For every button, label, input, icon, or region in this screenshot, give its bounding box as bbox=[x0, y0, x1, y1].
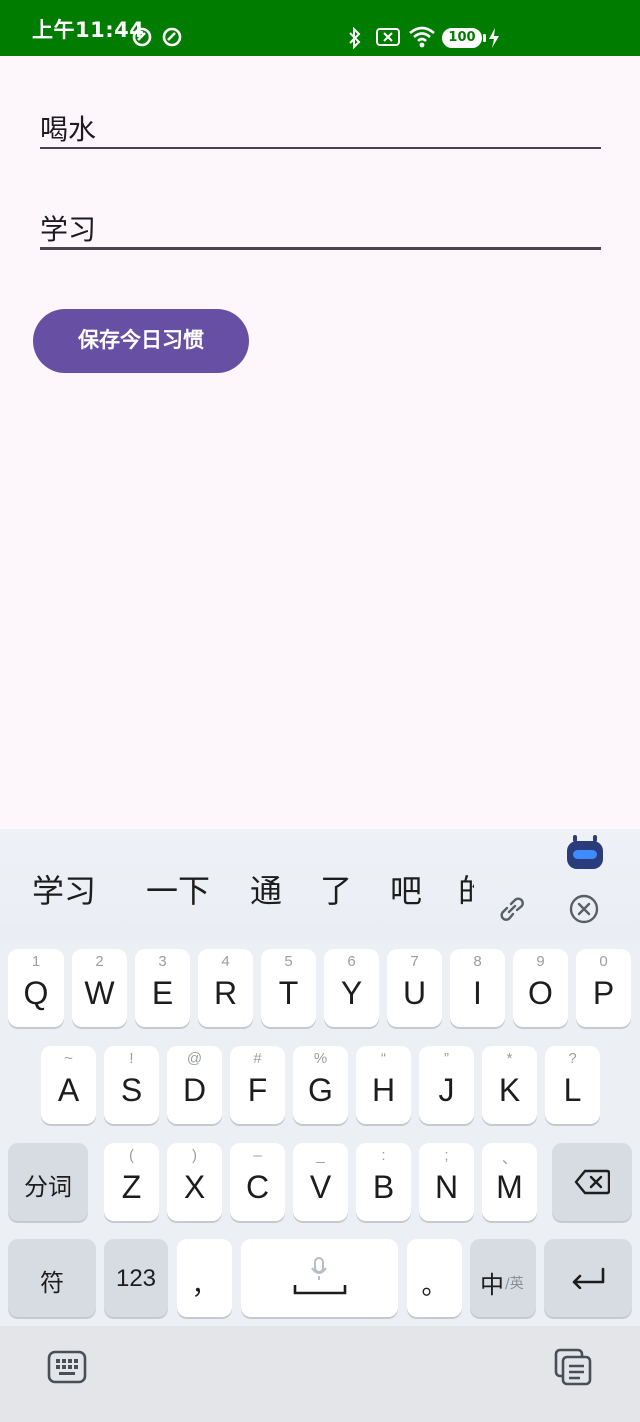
backspace-icon bbox=[574, 1169, 610, 1195]
soft-keyboard: 学习 一下 通 了 吧 的 1Q 2W 3E 4R 5T 6Y 7U 8I 9O… bbox=[0, 829, 640, 1422]
language-sub: /英 bbox=[505, 1276, 524, 1292]
symbols-key[interactable]: 符 bbox=[8, 1239, 96, 1317]
key-m[interactable]: 、 M bbox=[482, 1143, 537, 1221]
habit-field-2-underline bbox=[40, 247, 601, 250]
status-time: 上午11:44 bbox=[32, 18, 145, 42]
language-switch-key[interactable]: 中 /英 bbox=[470, 1239, 536, 1317]
space-bar-icon bbox=[293, 1285, 347, 1295]
key-h[interactable]: “H bbox=[356, 1046, 411, 1124]
key-l[interactable]: ? L bbox=[545, 1046, 600, 1124]
microphone-icon bbox=[311, 1257, 327, 1280]
comma-key[interactable]: ， bbox=[177, 1239, 232, 1317]
keyboard-bottom-bar bbox=[0, 1326, 640, 1422]
enter-icon bbox=[572, 1267, 605, 1289]
save-habits-button[interactable]: 保存今日习惯 bbox=[33, 309, 249, 373]
key-w[interactable]: 2W bbox=[72, 949, 127, 1027]
key-q[interactable]: 1Q bbox=[8, 949, 64, 1027]
period-key[interactable]: 。 bbox=[407, 1239, 462, 1317]
habit-field-2[interactable]: 学习 bbox=[40, 204, 601, 252]
candidate-word[interactable]: 了 bbox=[320, 866, 352, 912]
numbers-key[interactable]: 123 bbox=[104, 1239, 168, 1317]
candidate-word[interactable]: 学习 bbox=[32, 866, 96, 912]
close-candidates-icon[interactable] bbox=[568, 893, 600, 925]
candidate-overflow-clip: 的 bbox=[458, 869, 474, 913]
fenci-key[interactable]: 分词 bbox=[8, 1143, 88, 1221]
status-bar: 上午11:44 100 bbox=[0, 0, 640, 56]
key-n[interactable]: ; N bbox=[419, 1143, 474, 1221]
key-f[interactable]: # F bbox=[230, 1046, 285, 1124]
candidate-word[interactable]: 一下 bbox=[146, 866, 210, 912]
key-o[interactable]: 9O bbox=[513, 949, 568, 1027]
battery-level: 100 bbox=[448, 30, 476, 45]
battery-icon: 100 bbox=[442, 28, 482, 48]
wifi-icon bbox=[409, 26, 435, 48]
habit-field-1[interactable]: 喝水 bbox=[40, 104, 601, 152]
key-y[interactable]: 6Y bbox=[324, 949, 379, 1027]
key-c[interactable]: – C bbox=[230, 1143, 285, 1221]
notification-icon bbox=[162, 27, 182, 47]
language-main: 中 bbox=[480, 1271, 504, 1299]
key-u[interactable]: 7U bbox=[387, 949, 442, 1027]
key-j[interactable]: ” J bbox=[419, 1046, 474, 1124]
key-p[interactable]: 0P bbox=[576, 949, 631, 1027]
habit-field-2-value: 学习 bbox=[40, 213, 97, 246]
key-e[interactable]: 3E bbox=[135, 949, 190, 1027]
habit-field-1-value: 喝水 bbox=[40, 113, 97, 146]
habit-field-1-underline bbox=[40, 147, 601, 149]
key-t[interactable]: 5T bbox=[261, 949, 316, 1027]
candidate-word[interactable]: 的 bbox=[458, 869, 474, 912]
key-d[interactable]: @ D bbox=[167, 1046, 222, 1124]
key-r[interactable]: 4R bbox=[198, 949, 253, 1027]
candidate-word[interactable]: 通 bbox=[250, 866, 282, 912]
enter-key[interactable] bbox=[544, 1239, 632, 1317]
link-icon[interactable] bbox=[497, 894, 527, 924]
charging-icon bbox=[489, 28, 499, 48]
key-b[interactable]: :B bbox=[356, 1143, 411, 1221]
key-a[interactable]: ~ A bbox=[41, 1046, 96, 1124]
space-key[interactable] bbox=[241, 1239, 398, 1317]
clipboard-icon[interactable] bbox=[554, 1348, 592, 1386]
backspace-key[interactable] bbox=[552, 1143, 632, 1221]
keyboard-switch-icon[interactable] bbox=[47, 1350, 87, 1384]
key-g[interactable]: % G bbox=[293, 1046, 348, 1124]
assistant-robot-icon[interactable] bbox=[566, 835, 604, 869]
battery-cap bbox=[483, 34, 486, 42]
key-z[interactable]: (Z bbox=[104, 1143, 159, 1221]
bluetooth-icon bbox=[349, 27, 361, 49]
no-sim-icon bbox=[376, 28, 400, 46]
notification-icon bbox=[132, 27, 152, 47]
candidate-word[interactable]: 吧 bbox=[390, 866, 422, 912]
key-s[interactable]: ! S bbox=[104, 1046, 159, 1124]
key-v[interactable]: _ V bbox=[293, 1143, 348, 1221]
key-k[interactable]: * K bbox=[482, 1046, 537, 1124]
key-x[interactable]: ) X bbox=[167, 1143, 222, 1221]
key-i[interactable]: 8I bbox=[450, 949, 505, 1027]
